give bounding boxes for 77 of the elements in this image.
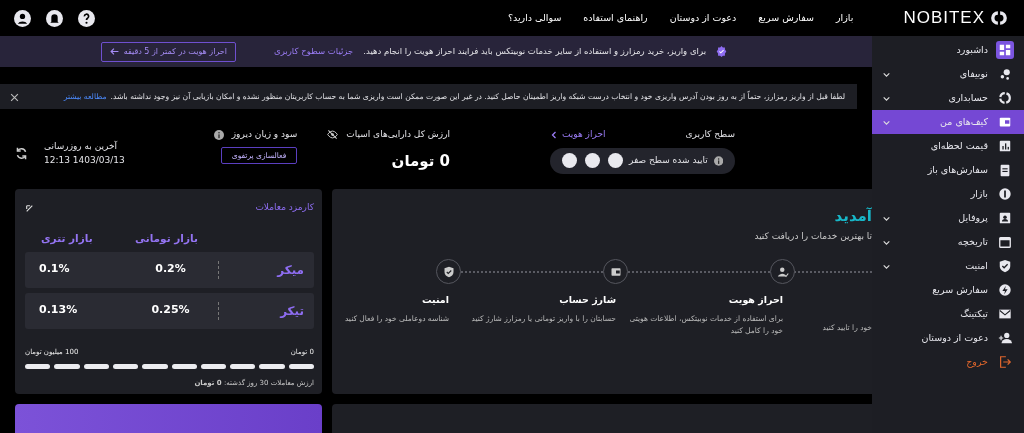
- sidebar-item[interactable]: خروج: [872, 350, 1024, 374]
- sidebar-item[interactable]: سفارش‌های باز: [872, 158, 1024, 182]
- fee-value: 0.13%: [38, 302, 79, 319]
- banner-text: برای واریز، خرید رمزارز و استفاده از سایر خدمات نوبیتکس باید فرایند احراز هویت را انجام دهید.: [363, 45, 706, 58]
- sidebar-item[interactable]: پروفایل: [872, 206, 1024, 230]
- sidebar-item[interactable]: سفارش سریع: [872, 278, 1024, 302]
- expand-icon[interactable]: [25, 203, 34, 213]
- fee-value: 0.25%: [150, 302, 191, 319]
- sidebar-item[interactable]: تیکتینگ: [872, 302, 1024, 326]
- column-header: بازار تتری: [40, 231, 93, 247]
- column-header: بازار تومانی: [134, 231, 199, 247]
- wallet-icon: [609, 266, 622, 278]
- bolt-icon: [998, 283, 1012, 297]
- info-icon: [213, 129, 224, 140]
- spot-value: 0 تومان: [390, 150, 450, 172]
- welcome-title: آمدید: [833, 206, 872, 228]
- stat-label: سود و زیان دیروز: [231, 128, 298, 142]
- sidebar-item[interactable]: حسابداری: [872, 86, 1024, 110]
- sidebar-item[interactable]: بازار: [872, 182, 1024, 206]
- arrow-left-icon: [109, 47, 119, 56]
- logout-icon: [998, 355, 1012, 369]
- nav-link[interactable]: دعوت از دوستان: [669, 10, 737, 26]
- step-title: امنیت: [421, 293, 449, 308]
- sidebar-item[interactable]: قیمت لحظه‌ای: [872, 134, 1024, 158]
- level-status: تایید شده سطح صفر: [629, 153, 708, 167]
- sidebar-item[interactable]: دعوت از دوستان: [872, 326, 1024, 350]
- level-dot: [562, 153, 577, 169]
- fee-value: 0.2%: [154, 261, 187, 278]
- info-icon: [713, 155, 723, 166]
- help-icon[interactable]: [78, 9, 95, 27]
- welcome-subtitle: تا بهترین خدمات را دریافت کنید: [753, 230, 872, 243]
- nav-link[interactable]: بازار: [836, 10, 854, 26]
- stat-label: سطح کاربری: [685, 128, 735, 142]
- user-check-icon: [776, 266, 789, 278]
- verify-button[interactable]: احراز هویت در کمتر از 5 دقیقه: [100, 41, 236, 62]
- coin-icon: [998, 187, 1012, 201]
- step-title: شارژ حساب: [558, 293, 616, 308]
- logo-text: NOBITEX: [903, 7, 985, 30]
- sidebar-item[interactable]: نوبیفای: [872, 62, 1024, 86]
- calendar-icon: [998, 235, 1012, 249]
- chart-icon: [998, 139, 1012, 153]
- nav-link[interactable]: راهنمای استفاده: [583, 10, 648, 26]
- levels-link[interactable]: جزئیات سطوح کاربری: [274, 45, 354, 58]
- level-dot: [585, 153, 600, 169]
- stat-label: ارزش کل دارایی‌های اسپات: [346, 128, 450, 142]
- update-time: 12:13 1403/03/13: [44, 153, 125, 167]
- verify-link[interactable]: احراز هویت: [550, 128, 606, 142]
- fee-type: میکر: [275, 261, 305, 279]
- clipboard-icon: [998, 163, 1012, 177]
- wallet-icon: [998, 115, 1012, 129]
- fee-type: تیکر: [278, 302, 305, 320]
- nav-link[interactable]: سوالی دارید؟: [507, 10, 562, 26]
- update-label: آخرین به روزرسانی: [44, 140, 119, 154]
- ring-icon: [998, 91, 1012, 105]
- add-user-icon: [998, 331, 1012, 345]
- nav-link[interactable]: سفارش سریع: [758, 10, 814, 26]
- sidebar-item[interactable]: کیف‌های من: [872, 110, 1024, 134]
- sidebar-item[interactable]: تاریخچه: [872, 230, 1024, 254]
- bell-icon[interactable]: [46, 9, 63, 27]
- logo-icon: [990, 9, 1008, 27]
- refresh-icon[interactable]: [15, 147, 28, 161]
- chevron-left-icon: [550, 130, 558, 139]
- level-dot: [608, 153, 623, 169]
- fee-value: 0.1%: [38, 261, 71, 278]
- shield-icon: [998, 259, 1012, 273]
- dots-icon: [998, 67, 1012, 81]
- eye-slash-icon[interactable]: [327, 129, 339, 141]
- close-icon: [10, 93, 19, 103]
- sidebar-item[interactable]: امنیت: [872, 254, 1024, 278]
- mail-icon: [998, 307, 1012, 321]
- verified-icon: [716, 46, 727, 57]
- user-icon[interactable]: [14, 9, 31, 27]
- step-title: احراز هویت: [727, 293, 783, 308]
- shield-icon: [442, 266, 455, 278]
- sidebar-item[interactable]: داشبورد: [872, 38, 1024, 62]
- profile-icon: [998, 211, 1012, 225]
- card-title: کارمزد معاملات: [255, 201, 314, 215]
